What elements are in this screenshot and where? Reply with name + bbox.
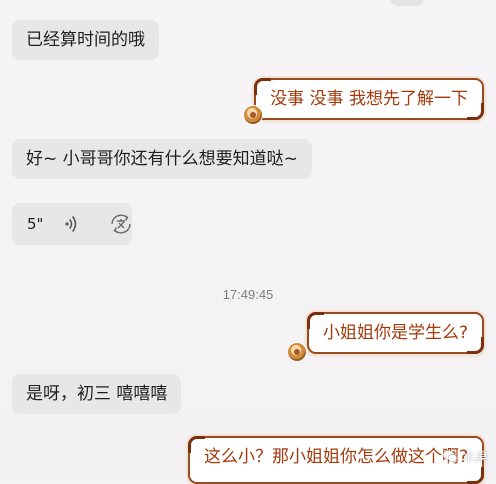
- message-text: 小姐姐你是学生么?: [322, 323, 468, 343]
- chat-area: 已经算时间的哦 没事 没事 我想先了解一下 好~ 小哥哥你还有什么想要知道哒~ …: [0, 0, 496, 484]
- watermark: 水桌: [442, 446, 488, 465]
- outgoing-message-bubble[interactable]: 没事 没事 我想先了解一下: [254, 78, 484, 120]
- wechat-logo-icon: [442, 449, 458, 462]
- message-text: 好~ 小哥哥你还有什么想要知道哒~: [26, 149, 298, 169]
- incoming-message-bubble[interactable]: 已经算时间的哦: [12, 20, 159, 60]
- outgoing-message-bubble[interactable]: 小姐姐你是学生么?: [306, 312, 485, 354]
- bubble-decoration-icon: [244, 106, 262, 124]
- voice-duration: 5": [27, 215, 44, 233]
- message-text: 是呀，初三 嘻嘻嘻: [26, 384, 168, 404]
- bubble-decoration-icon: [288, 343, 306, 361]
- incoming-message-bubble[interactable]: 好~ 小哥哥你还有什么想要知道哒~: [12, 139, 312, 179]
- message-text: 没事 没事 我想先了解一下: [270, 89, 468, 109]
- message-text: 已经算时间的哦: [26, 30, 145, 50]
- outgoing-message-bubble[interactable]: 这么小？那小姐姐你怎么做这个啊?: [187, 436, 485, 484]
- message-timestamp: 17:49:45: [222, 287, 274, 302]
- incoming-message-bubble[interactable]: 是呀，初三 嘻嘻嘻: [12, 374, 182, 414]
- watermark-text: 水桌: [461, 450, 488, 465]
- top-bubble-edge: [390, 0, 424, 6]
- voice-message-bubble[interactable]: 5": [12, 203, 132, 245]
- voice-to-text-icon[interactable]: [108, 211, 134, 237]
- message-text: 这么小？那小姐姐你怎么做这个啊?: [203, 447, 468, 467]
- voice-wave-icon: [65, 216, 77, 232]
